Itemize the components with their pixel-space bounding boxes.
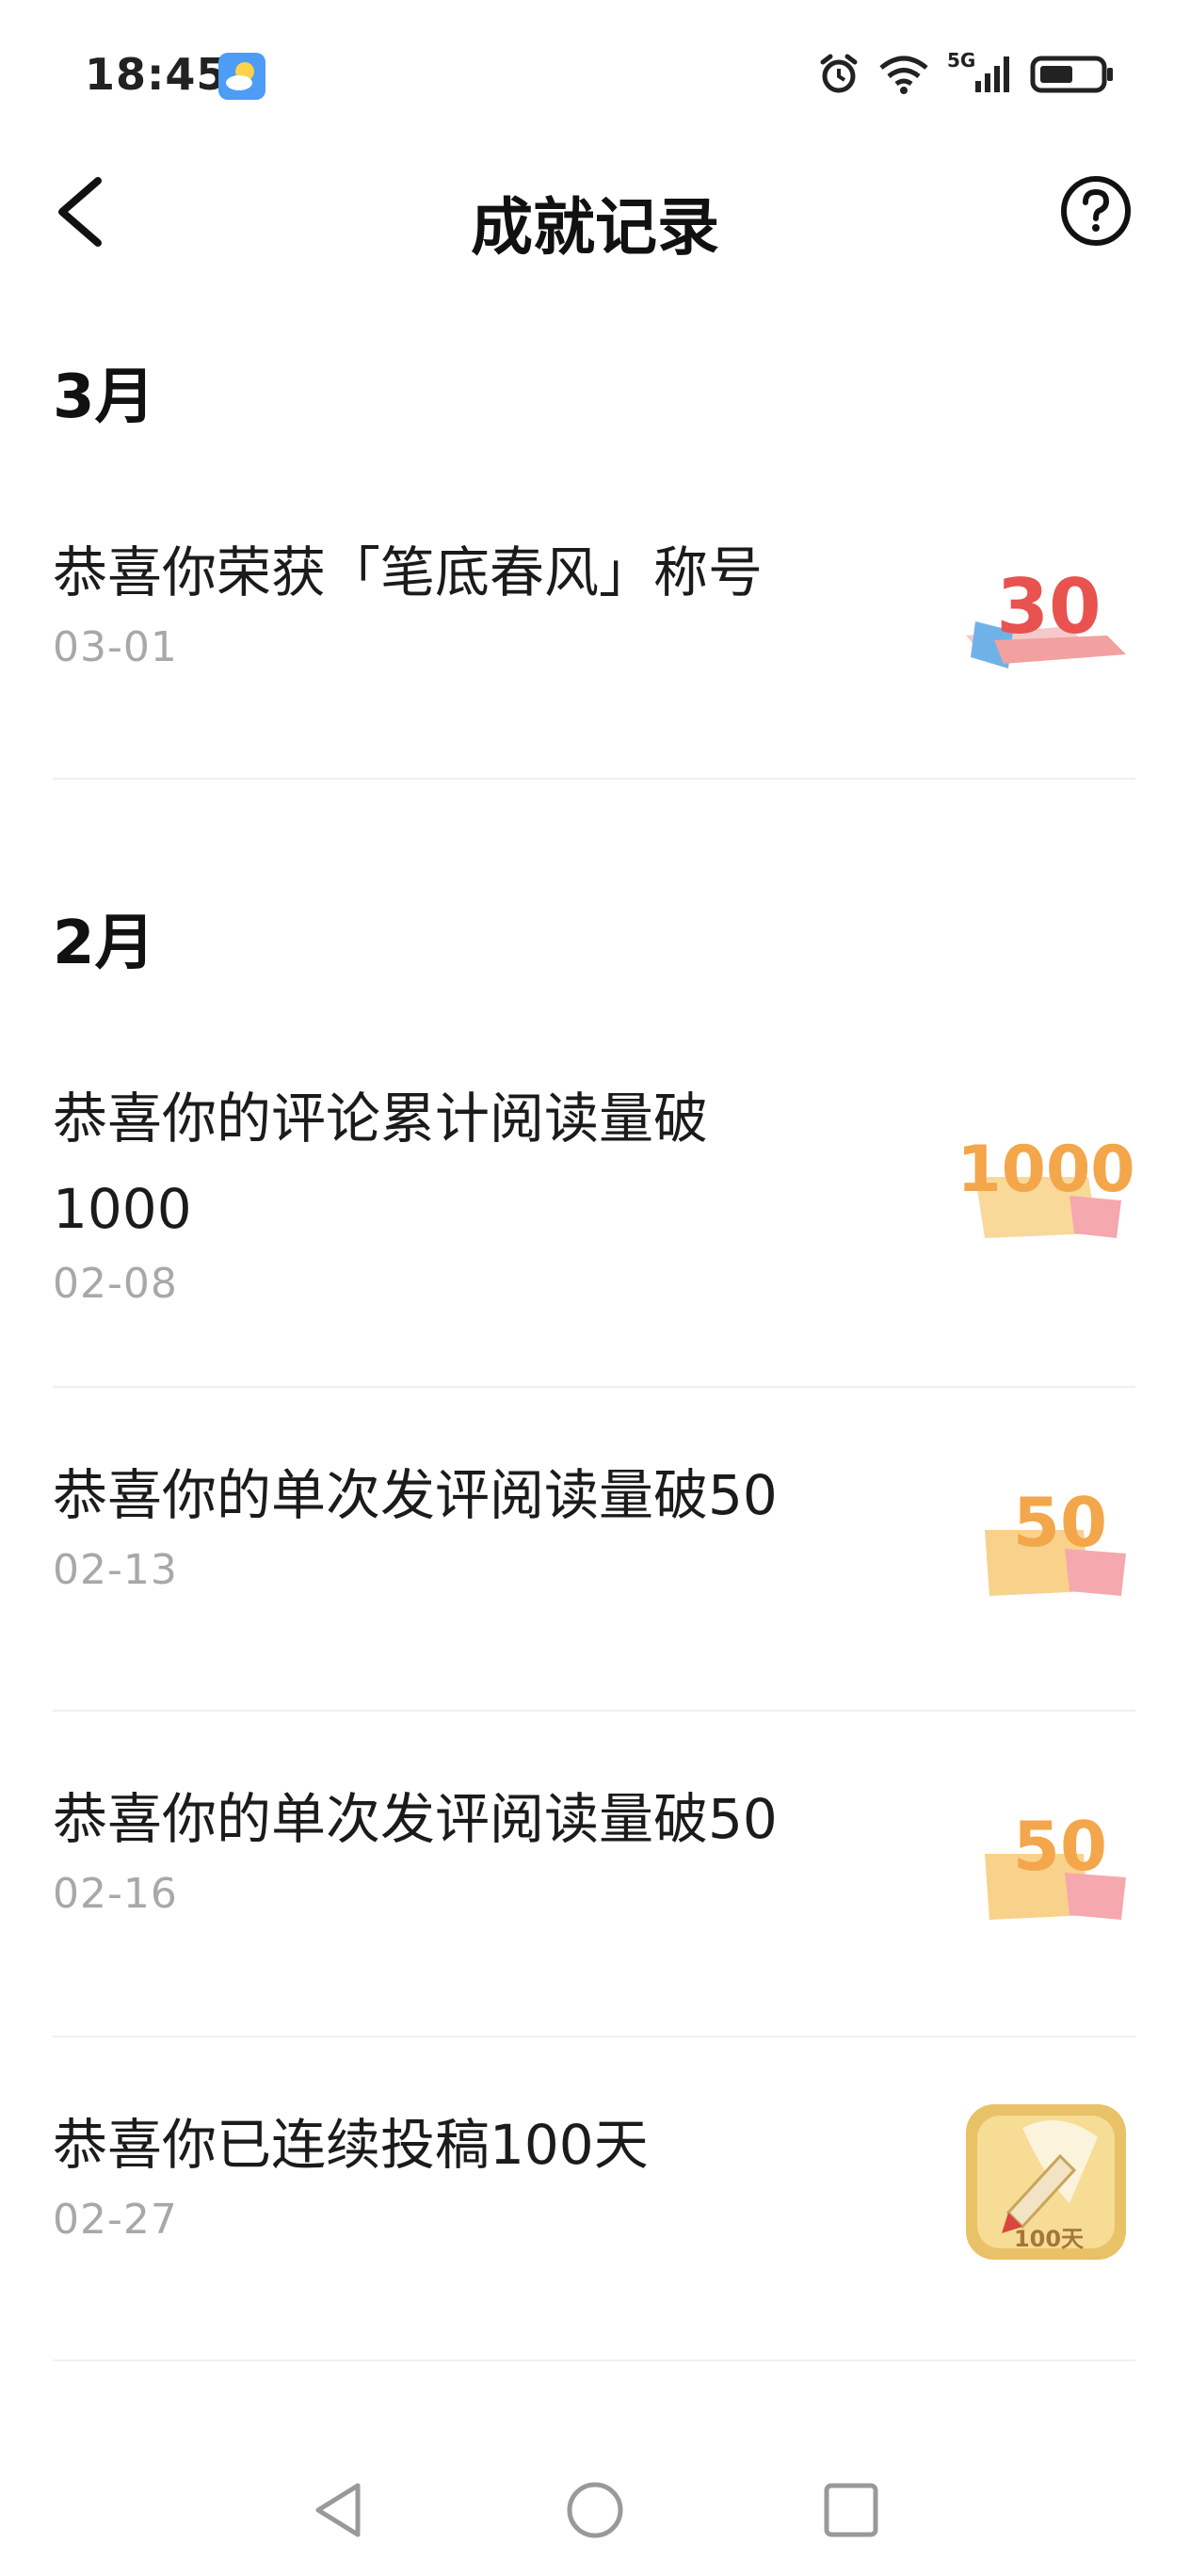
- status-time: 18:45: [85, 49, 228, 100]
- record-title: 恭喜你的单次发评阅读量破50: [53, 1787, 778, 1851]
- record-title: 恭喜你的单次发评阅读量破50: [53, 1463, 778, 1527]
- nav-recent-apps-icon[interactable]: [813, 2472, 889, 2548]
- badge-50-icon: 50: [985, 1807, 1126, 1920]
- record-title: 恭喜你已连续投稿100天: [53, 2113, 649, 2177]
- badge-30-icon: 30: [966, 563, 1126, 668]
- divider: [53, 1710, 1135, 1712]
- record-date: 02-08: [53, 1260, 178, 1308]
- record-title: 恭喜你荣获「笔底春风」称号: [53, 540, 764, 604]
- signal-5g-icon: 5G: [947, 49, 1013, 96]
- badge-label: 50: [1013, 1483, 1107, 1562]
- badge-label: 30: [996, 563, 1101, 651]
- achievement-record[interactable]: 恭喜你的单次发评阅读量破50 02-16 50: [53, 1774, 1135, 1962]
- wifi-icon: [879, 56, 928, 94]
- record-title: 恭喜你的评论累计阅读量破1000: [53, 1087, 709, 1241]
- badge-label: 50: [1013, 1807, 1107, 1886]
- page-title: 成就记录: [471, 191, 719, 264]
- app-header: 成就记录: [0, 141, 1190, 282]
- nav-home-icon[interactable]: [557, 2472, 633, 2548]
- badge-50-icon: 50: [985, 1483, 1126, 1596]
- alarm-icon: [820, 54, 858, 93]
- status-bar: 18:45 5G: [0, 0, 1190, 141]
- badge-1000-icon: 1000: [957, 1133, 1135, 1238]
- divider: [53, 1386, 1135, 1388]
- system-nav-bar: [0, 2435, 1190, 2576]
- status-icons: 5G: [817, 49, 1115, 98]
- achievement-record[interactable]: 恭喜你荣获「笔底春风」称号 03-01 30: [53, 527, 1135, 716]
- month-heading: 3月: [53, 362, 155, 432]
- divider: [53, 2036, 1135, 2037]
- divider: [53, 2359, 1135, 2361]
- divider: [53, 778, 1135, 780]
- weather-icon: [218, 53, 265, 100]
- battery-icon: [1030, 56, 1113, 93]
- month-heading: 2月: [53, 909, 155, 978]
- achievement-record[interactable]: 恭喜你已连续投稿100天 02-27 100天: [53, 2100, 1135, 2288]
- badge-100-days-pen-icon: 100天: [966, 2104, 1126, 2260]
- achievement-record[interactable]: 恭喜你的单次发评阅读量破50 02-13 50: [53, 1450, 1135, 1638]
- badge-label: 1000: [957, 1133, 1134, 1207]
- achievement-record[interactable]: 恭喜你的评论累计阅读量破1000 02-08 1000: [53, 1073, 1135, 1337]
- nav-back-icon[interactable]: [301, 2472, 377, 2548]
- help-icon[interactable]: [1058, 173, 1134, 249]
- badge-label: 100天: [1014, 2226, 1084, 2252]
